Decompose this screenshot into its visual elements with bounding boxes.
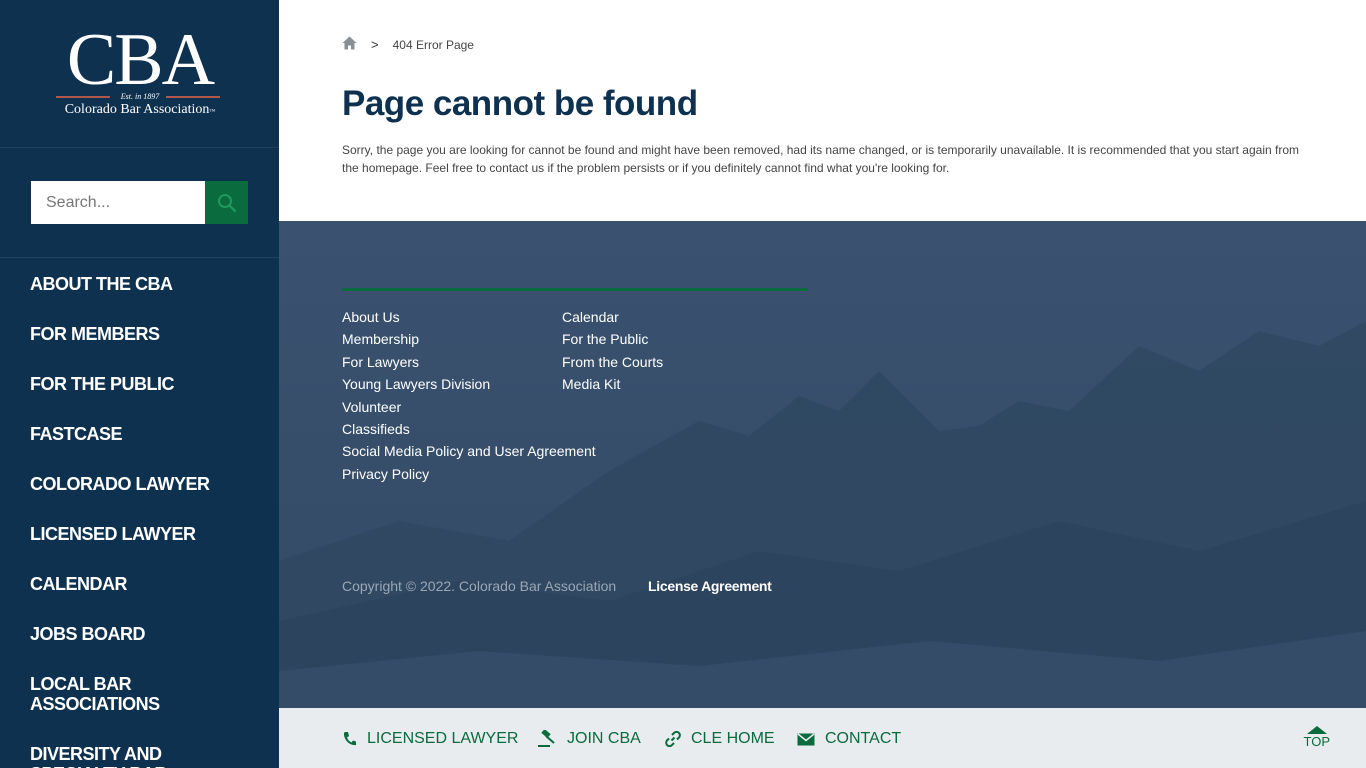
nav-link-diversity[interactable]: DIVERSITY AND SPECIALTY BAR	[30, 744, 210, 768]
nav-item-jobs: JOBS BOARD	[0, 624, 279, 644]
top-label: TOP	[1303, 734, 1331, 749]
footer-item: From the Courts	[562, 354, 663, 376]
footer-divider	[342, 288, 808, 291]
footer-link-media-kit[interactable]: Media Kit	[562, 376, 620, 392]
search-input[interactable]	[31, 181, 205, 224]
nav-item-licensed-lawyer: LICENSED LAWYER	[0, 524, 279, 544]
footer-item: Media Kit	[562, 376, 663, 398]
nav-link-members[interactable]: FOR MEMBERS	[30, 324, 249, 344]
logo-rule-right	[166, 96, 220, 98]
footer-item: Volunteer	[342, 399, 596, 421]
breadcrumb: > 404 Error Page	[342, 36, 474, 53]
home-icon	[342, 36, 357, 50]
search-button[interactable]	[205, 181, 248, 224]
nav-link-about[interactable]: ABOUT THE CBA	[30, 274, 249, 294]
footer-links-col1: About Us Membership For Lawyers Young La…	[342, 309, 596, 488]
home-link[interactable]	[342, 36, 357, 53]
footer-item: Membership	[342, 331, 596, 353]
nav-item-members: FOR MEMBERS	[0, 324, 279, 344]
join-cba-link[interactable]: JOIN CBA	[537, 730, 641, 748]
footer-link-calendar[interactable]: Calendar	[562, 309, 619, 325]
nav-link-fastcase[interactable]: FASTCASE	[30, 424, 249, 444]
nav-link-jobs[interactable]: JOBS BOARD	[30, 624, 249, 644]
footer-item: Young Lawyers Division	[342, 376, 596, 398]
nav-link-calendar[interactable]: CALENDAR	[30, 574, 249, 594]
envelope-icon	[797, 732, 815, 745]
nav-item-fastcase: FASTCASE	[0, 424, 279, 444]
nav-item-diversity: DIVERSITY AND SPECIALTY BAR	[0, 744, 279, 768]
footer-item: For Lawyers	[342, 354, 596, 376]
page-title: Page cannot be found	[342, 84, 698, 123]
chevron-up-icon	[1306, 726, 1327, 734]
footer-link-for-lawyers[interactable]: For Lawyers	[342, 354, 419, 370]
footer-link-classifieds[interactable]: Classifieds	[342, 421, 410, 437]
footer-links-col2: Calendar For the Public From the Courts …	[562, 309, 663, 399]
footer-item: For the Public	[562, 331, 663, 353]
search-icon	[217, 193, 236, 212]
search-area	[0, 148, 279, 258]
footer-link-privacy[interactable]: Privacy Policy	[342, 466, 429, 482]
nav-item-public: FOR THE PUBLIC	[0, 374, 279, 394]
licensed-lawyer-link[interactable]: LICENSED LAWYER	[342, 730, 518, 748]
logo-tm: ™	[209, 109, 216, 115]
nav-link-public[interactable]: FOR THE PUBLIC	[30, 374, 249, 394]
nav-item-local-bar: LOCAL BAR ASSOCIATIONS	[0, 674, 279, 714]
footer-item: About Us	[342, 309, 596, 331]
logo-area: CBA Est. in 1897 Colorado Bar Associatio…	[0, 0, 279, 148]
nav-link-licensed-lawyer[interactable]: LICENSED LAWYER	[30, 524, 249, 544]
breadcrumb-current: 404 Error Page	[392, 37, 474, 52]
contact-link[interactable]: CONTACT	[797, 730, 901, 748]
licensed-lawyer-label: LICENSED LAWYER	[367, 730, 519, 747]
footer-link-from-courts[interactable]: From the Courts	[562, 354, 663, 370]
join-cba-label: JOIN CBA	[567, 730, 641, 747]
footer-item: Calendar	[562, 309, 663, 331]
cba-logo[interactable]: CBA Est. in 1897 Colorado Bar Associatio…	[54, 19, 226, 121]
link-icon	[665, 731, 681, 747]
copyright-text: Copyright © 2022. Colorado Bar Associati…	[342, 578, 617, 594]
phone-icon	[343, 732, 356, 746]
footer-item: Classifieds	[342, 421, 596, 443]
cle-home-link[interactable]: CLE HOME	[665, 730, 775, 748]
logo-name-text: Colorado Bar Association	[64, 102, 210, 117]
nav-item-calendar: CALENDAR	[0, 574, 279, 594]
breadcrumb-separator: >	[371, 37, 379, 52]
cle-home-label: CLE HOME	[691, 730, 775, 747]
nav-item-colorado-lawyer: COLORADO LAWYER	[0, 474, 279, 494]
logo-name: Colorado Bar Association™	[54, 102, 226, 118]
nav-link-local-bar[interactable]: LOCAL BAR ASSOCIATIONS	[30, 674, 180, 714]
footer-link-volunteer[interactable]: Volunteer	[342, 399, 401, 415]
nav-link-colorado-lawyer[interactable]: COLORADO LAWYER	[30, 474, 249, 494]
main-content: > 404 Error Page Page cannot be found So…	[279, 0, 1366, 221]
footer-link-about[interactable]: About Us	[342, 309, 400, 325]
footer-link-social-media-policy[interactable]: Social Media Policy and User Agreement	[342, 443, 596, 459]
main-nav: ABOUT THE CBA FOR MEMBERS FOR THE PUBLIC…	[0, 258, 279, 768]
bottom-bar: LICENSED LAWYER JOIN CBA CLE HOME CONTAC…	[279, 708, 1366, 768]
footer-item: Privacy Policy	[342, 466, 596, 488]
footer-item: Social Media Policy and User Agreement	[342, 443, 596, 465]
license-agreement-link[interactable]: License Agreement	[648, 578, 772, 594]
footer-link-membership[interactable]: Membership	[342, 331, 419, 347]
contact-label: CONTACT	[825, 730, 902, 747]
footer-link-young-lawyers[interactable]: Young Lawyers Division	[342, 376, 490, 392]
gavel-icon	[538, 730, 555, 747]
footer: About Us Membership For Lawyers Young La…	[279, 221, 1366, 708]
footer-link-for-public[interactable]: For the Public	[562, 331, 648, 347]
back-to-top-button[interactable]: TOP	[1303, 726, 1331, 749]
logo-mark: CBA	[66, 19, 215, 101]
nav-item-about: ABOUT THE CBA	[0, 274, 279, 294]
page-description: Sorry, the page you are looking for cann…	[342, 143, 1299, 175]
sidebar: CBA Est. in 1897 Colorado Bar Associatio…	[0, 0, 279, 768]
